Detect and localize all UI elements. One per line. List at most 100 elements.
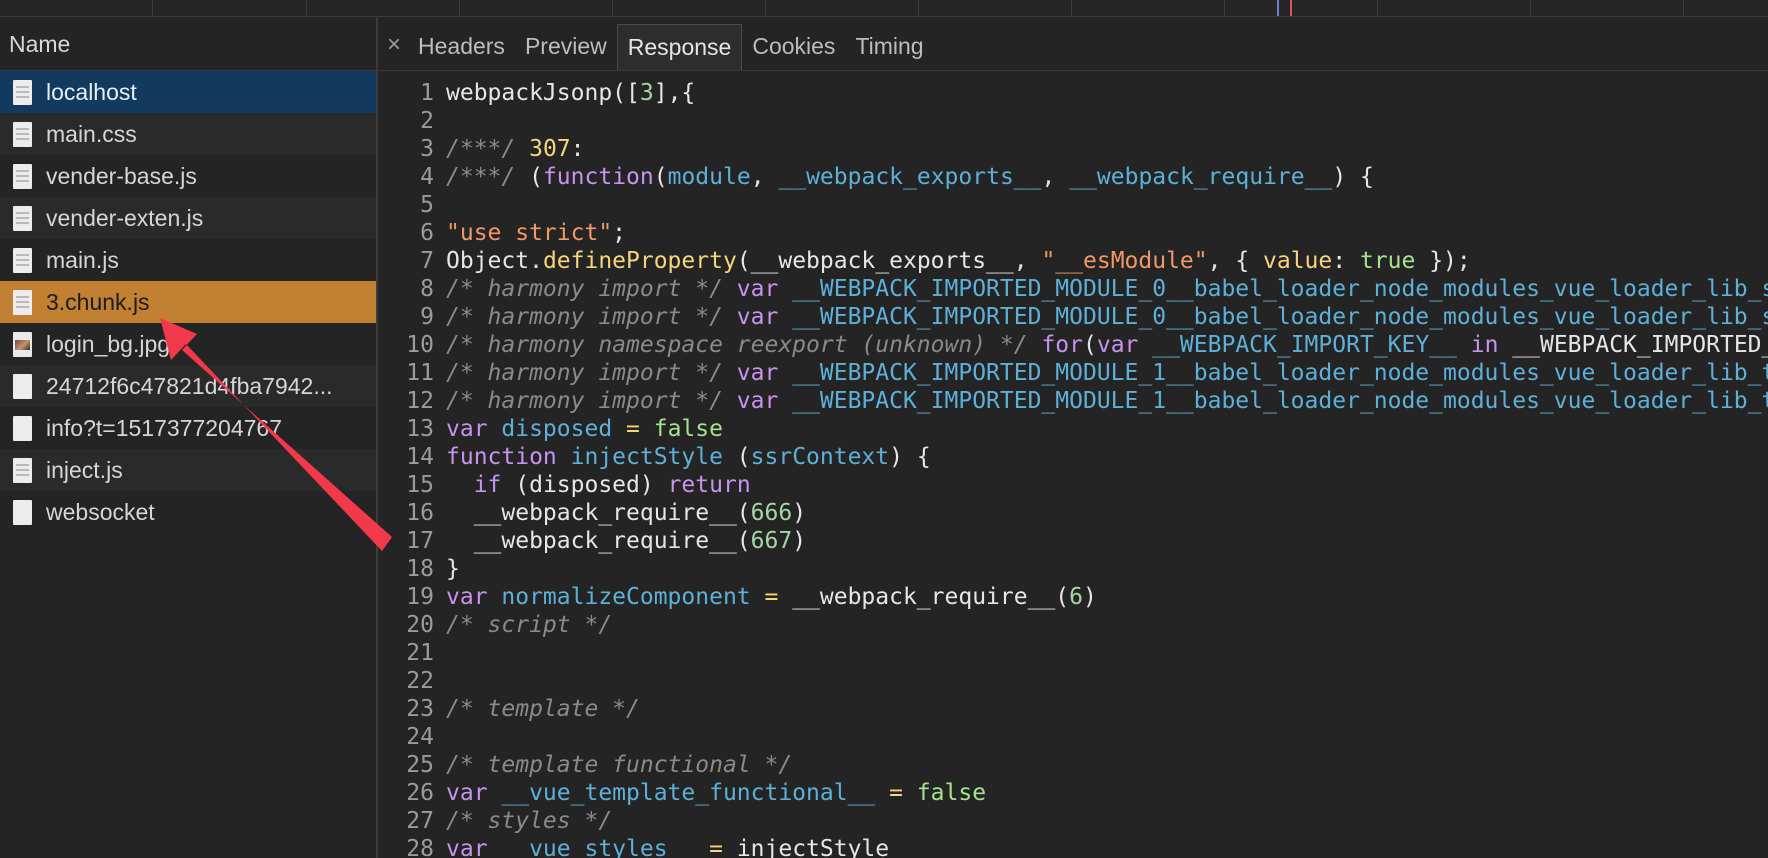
code-token: var — [446, 836, 502, 858]
document-icon — [13, 163, 32, 189]
request-name: vender-base.js — [46, 162, 197, 189]
code-text: var normalizeComponent = __webpack_requi… — [446, 583, 1768, 611]
line-number: 14 — [406, 444, 434, 470]
request-name: vender-exten.js — [46, 204, 204, 231]
close-icon[interactable]: × — [380, 24, 408, 70]
timeline-tick — [1224, 0, 1225, 16]
line-number: 10 — [406, 332, 434, 358]
line-number: 28 — [406, 836, 434, 858]
code-line: 1 webpackJsonp([3],{ — [378, 79, 1768, 107]
timeline-tick — [152, 0, 153, 16]
tab-timing[interactable]: Timing — [845, 24, 933, 70]
line-number: 23 — [406, 696, 434, 722]
code-line: 2 — [378, 107, 1768, 135]
code-token: /***/ — [446, 164, 530, 190]
line-number: 8 — [420, 276, 434, 302]
request-row[interactable]: 3.chunk.js — [0, 281, 376, 323]
code-token: /* script */ — [446, 612, 613, 638]
code-token: ) { — [889, 444, 931, 470]
code-line: 27 /* styles */ — [378, 807, 1768, 835]
request-row[interactable]: inject.js — [0, 449, 376, 491]
request-name: main.css — [46, 120, 137, 147]
code-token: __webpack_require__ — [1069, 164, 1333, 190]
line-number: 1 — [420, 80, 434, 106]
response-code-viewer[interactable]: 1 webpackJsonp([3],{2 3/***/ 307: 4/***/ (f… — [378, 79, 1768, 858]
code-token: Object. — [446, 248, 543, 274]
code-token: /* harmony import */ — [446, 388, 737, 414]
timeline-tick — [765, 0, 766, 16]
code-token: false — [916, 780, 987, 806]
detail-tab-bar: × Headers Preview Response Cookies Timin… — [378, 17, 1768, 71]
code-token: ],{ — [653, 80, 696, 106]
code-token: defineProperty — [542, 248, 737, 274]
code-token: ) — [792, 500, 807, 526]
tab-preview[interactable]: Preview — [515, 24, 617, 70]
code-token: /* styles */ — [446, 808, 613, 834]
request-name: 3.chunk.js — [46, 288, 150, 315]
code-token: in — [1470, 332, 1499, 358]
code-token: var — [446, 780, 502, 806]
code-line: 13 var disposed = false — [378, 415, 1768, 443]
code-text: /***/ 307: — [446, 135, 1768, 163]
line-number: 16 — [406, 500, 434, 526]
line-number: 21 — [406, 640, 434, 666]
request-row[interactable]: 24712f6c47821d4fba7942... — [0, 365, 376, 407]
code-line: 22 — [378, 667, 1768, 695]
code-text: function injectStyle (ssrContext) { — [446, 443, 1768, 471]
request-row[interactable]: login_bg.jpg — [0, 323, 376, 365]
line-number: 5 — [420, 192, 434, 218]
code-line: 15 if (disposed) return — [378, 471, 1768, 499]
code-token: = — [695, 836, 737, 858]
code-token: var — [446, 584, 502, 610]
code-token: true — [1359, 248, 1416, 274]
image-icon — [13, 331, 32, 357]
code-token: disposed — [501, 416, 613, 442]
code-token: ( — [653, 164, 668, 190]
code-text: /* script */ — [446, 611, 1768, 639]
code-token: }); — [1415, 248, 1471, 274]
document-icon — [13, 457, 32, 483]
request-row[interactable]: info?t=1517377204767 — [0, 407, 376, 449]
tab-response[interactable]: Response — [616, 24, 743, 70]
code-token: normalizeComponent — [501, 584, 751, 610]
request-row[interactable]: main.js — [0, 239, 376, 281]
code-line: 16 __webpack_require__(666) — [378, 499, 1768, 527]
code-line: 9 /* harmony import */ var __WEBPACK_IMPO… — [378, 303, 1768, 331]
request-row[interactable]: vender-exten.js — [0, 197, 376, 239]
document-icon — [13, 289, 32, 315]
timeline-marker-blue — [1277, 0, 1279, 16]
request-row[interactable]: main.css — [0, 113, 376, 155]
code-line: 17 __webpack_require__(667) — [378, 527, 1768, 555]
tab-headers[interactable]: Headers — [408, 24, 515, 70]
request-row[interactable]: websocket — [0, 491, 376, 533]
request-name: localhost — [46, 78, 137, 105]
timeline-marker-red — [1290, 0, 1292, 16]
code-token: var — [736, 388, 793, 414]
request-row[interactable]: vender-base.js — [0, 155, 376, 197]
timeline-tick — [1071, 0, 1072, 16]
name-column-header[interactable]: Name — [0, 17, 376, 71]
code-token: __WEBPACK_IMPORTED_MODULE_1__babel_loade… — [792, 360, 1768, 386]
code-token: return — [667, 472, 751, 498]
tab-cookies[interactable]: Cookies — [742, 24, 845, 70]
code-token: __vue_template_functional__ — [501, 780, 876, 806]
request-row[interactable]: localhost — [0, 71, 376, 113]
code-token: ) — [1083, 584, 1097, 610]
code-token: } — [446, 556, 460, 582]
document-icon — [13, 121, 32, 147]
code-token: __webpack_require__( — [446, 500, 751, 526]
code-text: /* template */ — [446, 695, 1768, 723]
code-text: /* harmony import */ var __WEBPACK_IMPOR… — [446, 275, 1768, 303]
code-token: : — [1332, 248, 1360, 274]
line-number: 3 — [420, 136, 434, 162]
code-line: 25 /* template functional */ — [378, 751, 1768, 779]
line-number: 11 — [406, 360, 434, 386]
code-token: (__webpack_exports__, — [736, 248, 1042, 274]
code-token: ssrContext — [750, 444, 890, 470]
code-text: var __vue_template_functional__ = false — [446, 779, 1768, 807]
line-number: 25 — [406, 752, 434, 778]
code-token: 6 — [1069, 584, 1083, 610]
code-token: , — [1041, 164, 1070, 190]
